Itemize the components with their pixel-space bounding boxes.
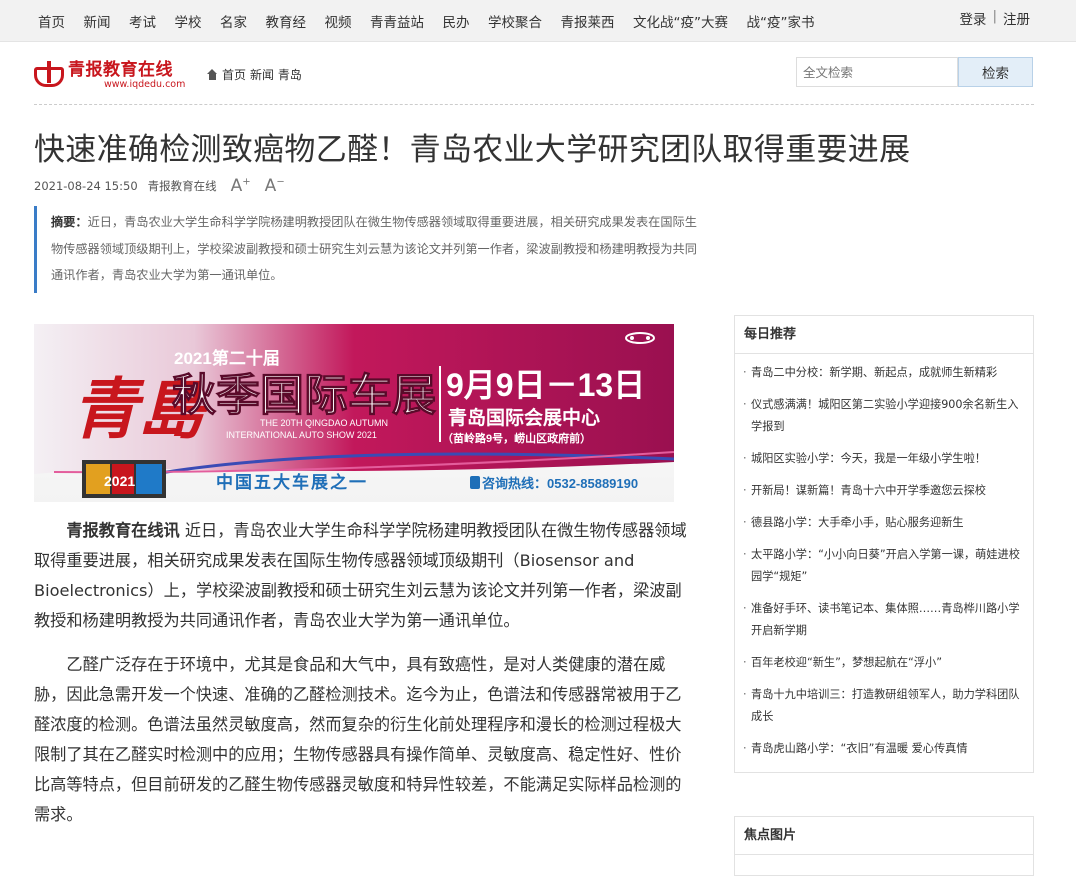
- nav-item-news[interactable]: 新闻: [84, 11, 111, 31]
- daily-recommend-list: 青岛二中分校：新学期、新起点，成就师生新精彩 仪式感满满！城阳区第二实验小学迎接…: [735, 354, 1033, 772]
- article-date: 2021-08-24 15:50: [34, 179, 138, 193]
- nav-item-exam[interactable]: 考试: [129, 11, 156, 31]
- search-button[interactable]: 检索: [958, 57, 1033, 87]
- auth-links: 登录 | 注册: [959, 8, 1030, 28]
- nav-item-schools-hub[interactable]: 学校聚合: [488, 11, 542, 31]
- banner-hotline: 咨询热线：0532-85889190: [482, 476, 638, 491]
- banner-english-line-2: INTERNATIONAL AUTO SHOW 2021: [226, 430, 377, 440]
- search-input[interactable]: [796, 57, 958, 87]
- logo-url: www.iqdedu.com: [104, 79, 186, 90]
- breadcrumb-home[interactable]: 首页: [222, 66, 246, 83]
- focus-images-title: 焦点图片: [735, 817, 1033, 855]
- article-paragraph-2: 乙醛广泛存在于环境中，尤其是食品和大气中，具有致癌性，是对人类健康的潜在威胁，因…: [34, 655, 682, 824]
- search-bar: 检索: [796, 57, 1033, 87]
- auto-show-banner-ad[interactable]: 青島 2021第二十届 秋季国际车展 THE 20TH QINGDAO AUTU…: [34, 324, 674, 502]
- font-increase-button[interactable]: A+: [231, 176, 251, 196]
- nav-item-video[interactable]: 视频: [325, 11, 352, 31]
- article-meta: 2021-08-24 15:50 青报教育在线 A+ A−: [34, 176, 285, 196]
- summary-label: 摘要：: [51, 215, 88, 229]
- list-item[interactable]: 太平路小学：“小小向日葵”开启入学第一课，萌娃进校园学“规矩”: [743, 544, 1021, 588]
- banner-venue: 青岛国际会展中心: [448, 406, 600, 429]
- list-item[interactable]: 准备好手环、读书笔记本、集体照……青岛桦川路小学开启新学期: [743, 598, 1021, 642]
- banner-dates: 9月9日－13日: [446, 367, 645, 403]
- register-link[interactable]: 注册: [1003, 8, 1030, 28]
- logo-title: 青报教育在线: [68, 60, 173, 80]
- list-item[interactable]: 仪式感满满！城阳区第二实验小学迎接900余名新生入学报到: [743, 394, 1021, 438]
- breadcrumb: 首页 新闻 青岛: [206, 66, 302, 83]
- daily-recommend-title: 每日推荐: [735, 316, 1033, 354]
- article-paragraph-1: 青报教育在线讯 近日，青岛农业大学生命科学学院杨建明教授团队在微生物传感器领域取…: [34, 516, 696, 636]
- daily-recommend-panel: 每日推荐 青岛二中分校：新学期、新起点，成就师生新精彩 仪式感满满！城阳区第二实…: [734, 315, 1034, 773]
- banner-year-title: 2021第二十届: [174, 348, 280, 368]
- font-decrease-button[interactable]: A−: [265, 176, 285, 196]
- list-item[interactable]: 青岛虎山路小学：“衣旧”有温暖 爱心传真情: [743, 738, 1021, 760]
- nav-item-qingqing[interactable]: 青青益站: [370, 11, 424, 31]
- focus-images-panel: 焦点图片: [734, 816, 1034, 876]
- banner-slogan: 中国五大车展之一: [216, 472, 368, 492]
- home-icon: [206, 69, 218, 80]
- nav-item-education[interactable]: 教育经: [266, 11, 307, 31]
- list-item[interactable]: 百年老校迎“新生”，梦想起航在“浮小”: [743, 652, 1021, 674]
- banner-main-title: 秋季国际车展: [172, 371, 436, 420]
- nav-item-family-letters[interactable]: 战“疫”家书: [747, 11, 815, 31]
- top-nav-bar: 首页 新闻 考试 学校 名家 教育经 视频 青青益站 民办 学校聚合 青报莱西 …: [0, 0, 1076, 42]
- header-divider: [34, 104, 1034, 105]
- list-item[interactable]: 德县路小学：大手牵小手，贴心服务迎新生: [743, 512, 1021, 534]
- banner-english-line-1: THE 20TH QINGDAO AUTUMN: [260, 418, 388, 428]
- banner-badge-year: 2021: [104, 473, 135, 489]
- login-link[interactable]: 登录: [959, 8, 986, 28]
- book-logo-icon: [34, 61, 64, 91]
- nav-item-laixi[interactable]: 青报莱西: [561, 11, 615, 31]
- article-body: 青报教育在线讯 近日，青岛农业大学生命科学学院杨建明教授团队在微生物传感器领域取…: [34, 516, 696, 844]
- banner-address: （苗岭路9号，崂山区政府前）: [442, 431, 591, 445]
- nav-item-school[interactable]: 学校: [175, 11, 202, 31]
- breadcrumb-path[interactable]: 新闻 青岛: [250, 66, 302, 83]
- article-title: 快速准确检测致癌物乙醛！青岛农业大学研究团队取得重要进展: [34, 132, 911, 168]
- nav-item-home[interactable]: 首页: [38, 11, 65, 31]
- nav-item-experts[interactable]: 名家: [220, 11, 247, 31]
- site-logo[interactable]: 青报教育在线 www.iqdedu.com: [34, 61, 185, 91]
- auth-separator: |: [992, 8, 997, 24]
- 2021-badge-icon: 2021: [82, 460, 166, 498]
- list-item[interactable]: 青岛二中分校：新学期、新起点，成就师生新精彩: [743, 362, 1021, 384]
- list-item[interactable]: 青岛十九中培训三：打造教研组领军人，助力学科团队成长: [743, 684, 1021, 728]
- top-nav-links: 首页 新闻 考试 学校 名家 教育经 视频 青青益站 民办 学校聚合 青报莱西 …: [38, 0, 833, 42]
- phone-icon: [470, 476, 480, 489]
- list-item[interactable]: 城阳区实验小学：今天，我是一年级小学生啦！: [743, 448, 1021, 470]
- article-lead: 青报教育在线讯: [66, 521, 180, 540]
- article-summary: 摘要：近日，青岛农业大学生命科学学院杨建明教授团队在微生物传感器领域取得重要进展…: [34, 206, 704, 293]
- nav-item-private[interactable]: 民办: [443, 11, 470, 31]
- article-source[interactable]: 青报教育在线: [148, 178, 217, 194]
- list-item[interactable]: 开新局！谋新篇！青岛十六中开学季邀您云探校: [743, 480, 1021, 502]
- nav-item-culture-contest[interactable]: 文化战“疫”大赛: [633, 11, 728, 31]
- summary-text: 近日，青岛农业大学生命科学学院杨建明教授团队在微生物传感器领域取得重要进展，相关…: [51, 215, 697, 282]
